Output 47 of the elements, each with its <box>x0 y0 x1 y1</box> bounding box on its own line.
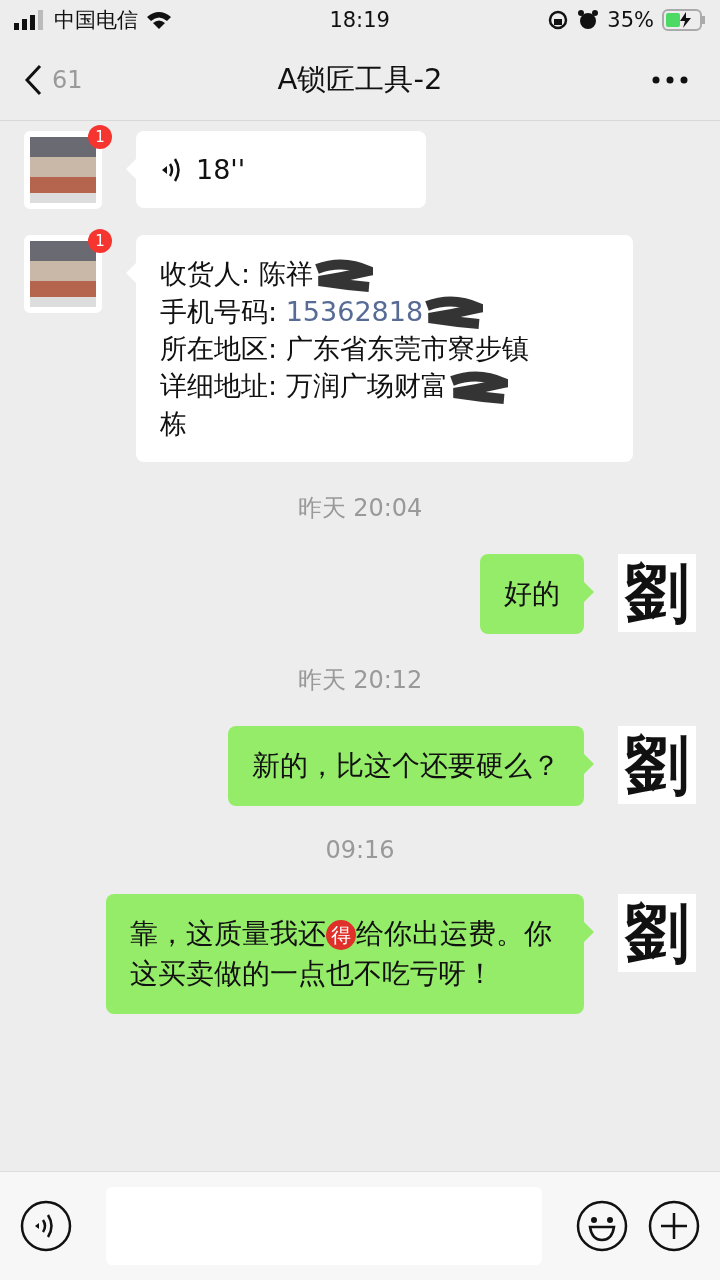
timestamp: 昨天 20:12 <box>297 664 423 696</box>
avatar-text[interactable]: 劉 <box>618 893 696 972</box>
voice-message-bubble[interactable]: 18'' <box>136 131 426 208</box>
avatar-text[interactable]: 劉 <box>618 553 696 632</box>
bubble-tail <box>584 921 594 942</box>
address-value: 广东省东莞市寮步镇 <box>285 333 529 364</box>
more-icon <box>652 76 688 84</box>
avatar-text[interactable]: 劉 <box>618 725 696 804</box>
voice-icon <box>20 1200 72 1252</box>
timestamp: 昨天 20:04 <box>297 492 423 524</box>
emoji-button[interactable] <box>576 1200 628 1252</box>
address-value: 栋 <box>160 407 187 439</box>
back-chevron-icon <box>24 64 42 96</box>
rotation-lock-icon <box>547 9 570 31</box>
smiley-icon <box>576 1200 628 1252</box>
address-value: 万润广场财富 <box>285 370 448 401</box>
carrier-name: 中国电信 <box>54 7 138 34</box>
address-label: 手机号码: <box>160 295 279 327</box>
address-value: 陈祥 <box>258 258 313 289</box>
bubble-tail <box>584 753 594 774</box>
redaction-scribble <box>447 370 508 405</box>
avatar-photo-placeholder[interactable] <box>24 131 102 209</box>
unread-badge: 1 <box>88 125 112 149</box>
bubble-tail <box>584 581 594 602</box>
status-time: 18:19 <box>329 8 390 32</box>
chat-title: A锁匠工具-2 <box>277 62 443 96</box>
phone-link[interactable]: 15362818 <box>285 295 424 327</box>
redaction-scribble <box>423 296 484 330</box>
add-button[interactable] <box>648 1200 700 1252</box>
address-label: 详细地址: <box>160 370 279 401</box>
battery-charging-icon <box>662 9 706 31</box>
unread-badge: 1 <box>88 229 112 253</box>
message-bubble: 靠，这质量我还 得 给你出运费。你这买卖做的一点也不吃亏呀！ <box>106 893 584 1014</box>
redaction-scribble <box>312 258 373 293</box>
address-label: 所在地区: <box>160 333 279 364</box>
wifi-icon <box>146 10 172 30</box>
message-bubble: 好的 <box>480 553 584 634</box>
plus-icon <box>648 1200 700 1252</box>
message-bubble: 新的，比这个还要硬么？ <box>228 725 584 806</box>
signal-icon <box>14 10 46 30</box>
address-label: 收货人: <box>160 258 252 289</box>
battery-percent: 35% <box>607 8 654 32</box>
alarm-icon <box>577 9 600 31</box>
avatar-photo-placeholder[interactable] <box>24 235 102 313</box>
emoji-sticker: 得 <box>326 919 356 950</box>
voice-input-button[interactable] <box>20 1200 72 1252</box>
timestamp: 09:16 <box>325 834 395 866</box>
